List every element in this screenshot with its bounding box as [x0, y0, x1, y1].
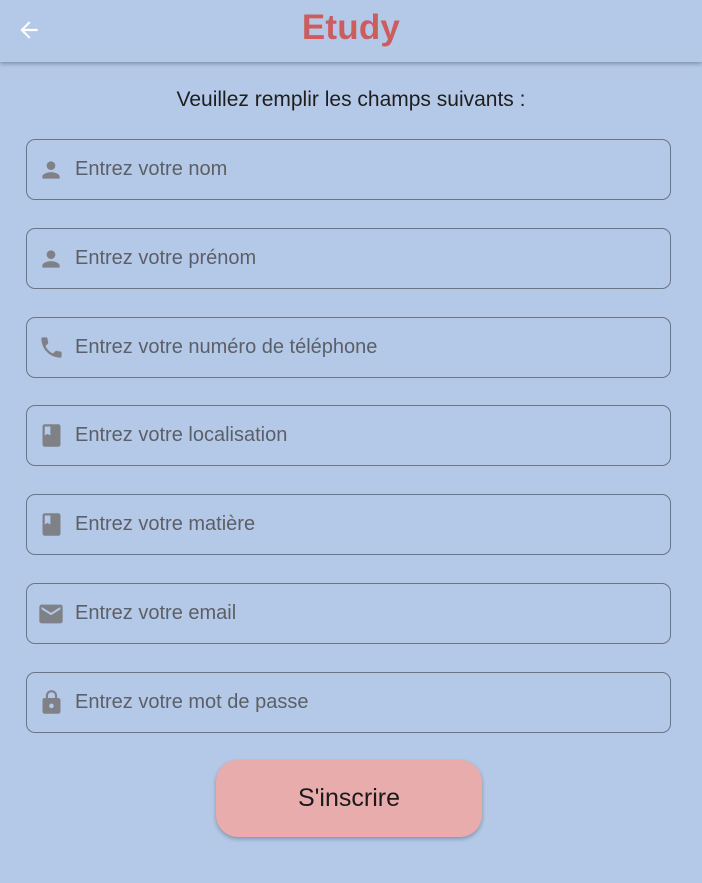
- person-icon: [27, 157, 75, 183]
- field-nom[interactable]: [26, 139, 671, 200]
- field-localisation[interactable]: [26, 405, 671, 466]
- phone-icon: [27, 334, 75, 361]
- app-bar: Etudy: [0, 0, 702, 62]
- form-instructions: Veuillez remplir les champs suivants :: [176, 88, 526, 111]
- field-prenom[interactable]: [26, 228, 671, 289]
- person-icon: [27, 246, 75, 272]
- mot-de-passe-input[interactable]: [75, 673, 670, 732]
- matiere-input[interactable]: [75, 495, 670, 554]
- sinscrire-button[interactable]: S'inscrire: [216, 760, 482, 837]
- book-icon: [27, 422, 75, 449]
- field-mot-de-passe[interactable]: [26, 672, 671, 733]
- telephone-input[interactable]: [75, 318, 670, 377]
- field-telephone[interactable]: [26, 317, 671, 378]
- field-email[interactable]: [26, 583, 671, 644]
- field-matiere[interactable]: [26, 494, 671, 555]
- mail-icon: [27, 600, 75, 628]
- nom-input[interactable]: [75, 140, 670, 199]
- prenom-input[interactable]: [75, 229, 670, 288]
- localisation-input[interactable]: [75, 406, 670, 465]
- lock-icon: [27, 689, 75, 716]
- email-input[interactable]: [75, 584, 670, 643]
- app-title: Etudy: [301, 8, 401, 47]
- book-icon: [27, 511, 75, 538]
